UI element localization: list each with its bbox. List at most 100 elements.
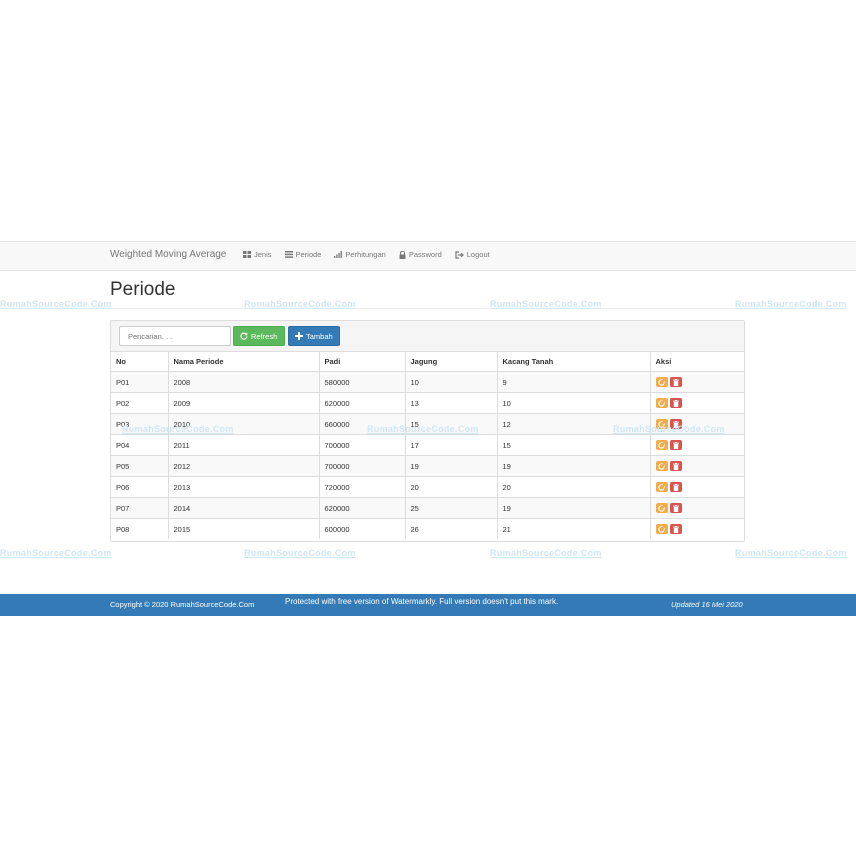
refresh-button[interactable]: Refresh: [233, 326, 285, 346]
cell-no: P02: [111, 392, 168, 414]
trash-icon: [672, 399, 679, 407]
table-row: P01 2008 580000 10 9: [111, 371, 745, 393]
periode-table: No Nama Periode Padi Jagung Kacang Tanah…: [111, 351, 744, 539]
table-row: P05 2012 700000 19 19: [111, 455, 744, 477]
trash-icon: [672, 462, 679, 470]
cell-kacang-tanah: 15: [496, 434, 650, 456]
trash-icon: [672, 441, 679, 449]
edit-button[interactable]: [655, 482, 668, 492]
trash-icon: [672, 504, 679, 512]
edit-icon: [658, 378, 665, 386]
cell-aksi: [649, 434, 744, 456]
edit-icon: [658, 462, 665, 470]
trash-icon: [672, 378, 679, 386]
table-row: P07 2014 620000 25 19: [111, 497, 744, 519]
search-input[interactable]: [119, 326, 231, 346]
nav-menu: Jenis Periode Perhitungan Password Logou…: [243, 250, 490, 259]
th-large-icon: [243, 251, 251, 258]
cell-aksi: [649, 497, 744, 519]
cell-no: P07: [111, 497, 168, 519]
edit-button[interactable]: [655, 377, 668, 387]
nav-label-periode: Periode: [295, 250, 322, 259]
nav-item-perhitungan[interactable]: Perhitungan: [334, 250, 386, 259]
edit-button[interactable]: [655, 398, 668, 408]
watermark-text: RumahSourceCode.Com: [490, 548, 602, 558]
trash-icon: [672, 525, 679, 533]
periode-panel: Refresh Tambah No Nama Periode Padi Jagu…: [110, 320, 745, 542]
navbar-brand[interactable]: Weighted Moving Average: [110, 249, 226, 260]
trash-icon: [672, 483, 679, 491]
col-header-padi: Padi: [318, 351, 405, 372]
nav-item-password[interactable]: Password: [399, 250, 442, 259]
row-actions: [655, 524, 745, 534]
panel-toolbar: Refresh Tambah: [111, 321, 744, 352]
cell-jagung: 26: [404, 518, 497, 539]
plus-icon: [295, 332, 303, 340]
cell-jagung: 13: [404, 392, 497, 414]
cell-jagung: 25: [404, 497, 497, 519]
table-row: P06 2013 720000 20 20: [111, 476, 744, 498]
nav-label-jenis: Jenis: [254, 250, 272, 259]
nav-label-logout: Logout: [466, 250, 490, 259]
delete-button[interactable]: [669, 482, 682, 492]
cell-no: P01: [111, 371, 168, 393]
table-row: P08 2015 600000 26 21: [111, 518, 745, 539]
cell-kacang-tanah: 19: [496, 455, 650, 477]
delete-button[interactable]: [669, 524, 682, 534]
nav-item-logout[interactable]: Logout: [455, 250, 490, 259]
col-header-no: No: [111, 351, 168, 372]
cell-no: P03: [111, 413, 168, 435]
signal-icon: [334, 251, 343, 258]
edit-button[interactable]: [655, 440, 668, 450]
add-button[interactable]: Tambah: [288, 326, 340, 346]
lock-icon: [399, 250, 406, 259]
nav-item-periode[interactable]: Periode: [284, 250, 322, 259]
nav-label-password: Password: [408, 250, 442, 259]
delete-button[interactable]: [669, 440, 682, 450]
cell-kacang-tanah: 20: [496, 476, 650, 498]
title-divider: [110, 308, 746, 309]
edit-button[interactable]: [655, 524, 668, 534]
cell-jagung: 20: [404, 476, 497, 498]
delete-button[interactable]: [669, 398, 682, 408]
cell-jagung: 17: [404, 434, 497, 456]
cell-no: P06: [111, 476, 168, 498]
cell-no: P08: [111, 518, 168, 539]
cell-aksi: [649, 476, 744, 498]
watermark-text: RumahSourceCode.Com: [735, 548, 847, 558]
cell-nama-periode: 2014: [167, 497, 319, 519]
cell-nama-periode: 2008: [167, 371, 319, 393]
footer-watermark-notice: Protected with free version of Watermark…: [285, 597, 559, 606]
watermark-text: RumahSourceCode.Com: [0, 548, 112, 558]
page-title: Periode: [110, 279, 176, 300]
col-header-jagung: Jagung: [404, 351, 497, 372]
cell-padi: 620000: [318, 497, 405, 519]
edit-button[interactable]: [655, 503, 668, 513]
cell-nama-periode: 2015: [167, 518, 319, 539]
delete-button[interactable]: [669, 377, 682, 387]
footer-updated: Updated 16 Mei 2020: [671, 600, 743, 609]
watermark-text: RumahSourceCode.Com: [735, 299, 847, 309]
cell-kacang-tanah: 21: [496, 518, 650, 539]
edit-icon: [658, 441, 665, 449]
row-actions: [655, 377, 745, 387]
trash-icon: [672, 420, 679, 428]
delete-button[interactable]: [669, 503, 682, 513]
col-header-kacang-tanah: Kacang Tanah: [496, 351, 650, 372]
nav-label-perhitungan: Perhitungan: [345, 250, 386, 259]
edit-button[interactable]: [655, 419, 668, 429]
delete-button[interactable]: [669, 419, 682, 429]
cell-jagung: 15: [404, 413, 497, 435]
cell-no: P05: [111, 455, 168, 477]
cell-no: P04: [111, 434, 168, 456]
cell-aksi: [649, 392, 744, 414]
footer: Copyright © 2020 RumahSourceCode.Com Pro…: [0, 594, 856, 616]
cell-nama-periode: 2011: [167, 434, 319, 456]
cell-aksi: [649, 371, 745, 393]
table-row: P02 2009 620000 13 10: [111, 392, 744, 414]
nav-item-jenis[interactable]: Jenis: [243, 250, 272, 259]
cell-aksi: [649, 518, 745, 539]
cell-kacang-tanah: 10: [496, 392, 650, 414]
delete-button[interactable]: [669, 461, 682, 471]
edit-button[interactable]: [655, 461, 668, 471]
